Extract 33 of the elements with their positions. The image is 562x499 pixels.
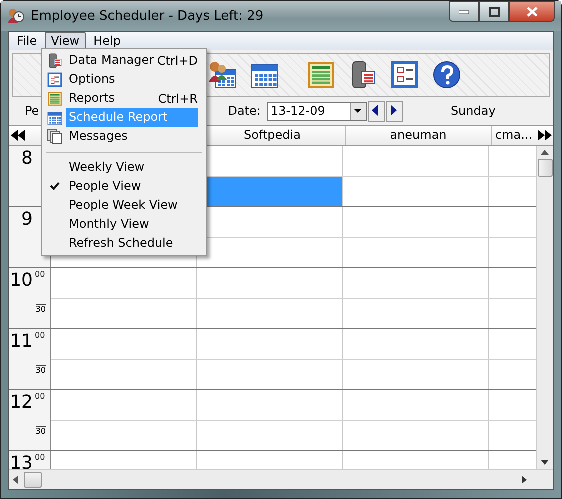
menu-item[interactable]: Refresh Schedule xyxy=(66,234,198,253)
hour-label: 8 xyxy=(22,148,33,170)
window-title: Employee Scheduler - Days Left: 29 xyxy=(31,8,265,24)
date-label: Date: xyxy=(228,104,261,118)
half-hour-label: 30 xyxy=(36,365,46,375)
menu-item[interactable]: Data Manager xyxy=(66,51,158,70)
column-header: cma... xyxy=(491,126,536,145)
menu-bar-item[interactable]: Help xyxy=(88,32,127,50)
hour-label: 11 xyxy=(10,331,33,353)
minutes-label: 00 xyxy=(35,453,46,463)
minutes-label: 00 xyxy=(35,392,46,402)
hour-label: 13 xyxy=(10,453,33,469)
half-hour-label: 30 xyxy=(36,304,46,314)
day-label: Sunday xyxy=(450,104,496,118)
menu-item[interactable]: People View xyxy=(66,177,198,196)
field-label: Pe xyxy=(25,104,40,118)
half-hour-label: 30 xyxy=(36,426,46,436)
hour-label: 9 xyxy=(22,209,33,231)
minutes-label: 00 xyxy=(35,331,46,341)
menu-item[interactable]: Reports xyxy=(66,89,158,108)
menu-item[interactable]: Weekly View xyxy=(66,158,198,177)
menu-bar-item[interactable]: File xyxy=(11,32,44,50)
date-dropdown[interactable]: 13-12-09 xyxy=(266,102,367,120)
hour-label: 10 xyxy=(10,270,33,292)
column-header: aneuman xyxy=(345,126,491,145)
shortcut-label: Ctrl+R xyxy=(158,92,198,106)
menu-item[interactable]: Monthly View xyxy=(66,215,198,234)
hour-label: 12 xyxy=(10,392,33,414)
menu-item[interactable]: People Week View xyxy=(66,196,198,215)
shortcut-label: Ctrl+D xyxy=(157,54,198,68)
menu-item[interactable]: Options xyxy=(66,70,198,89)
menu-item[interactable]: Messages xyxy=(66,127,198,146)
minutes-label: 00 xyxy=(35,270,46,280)
